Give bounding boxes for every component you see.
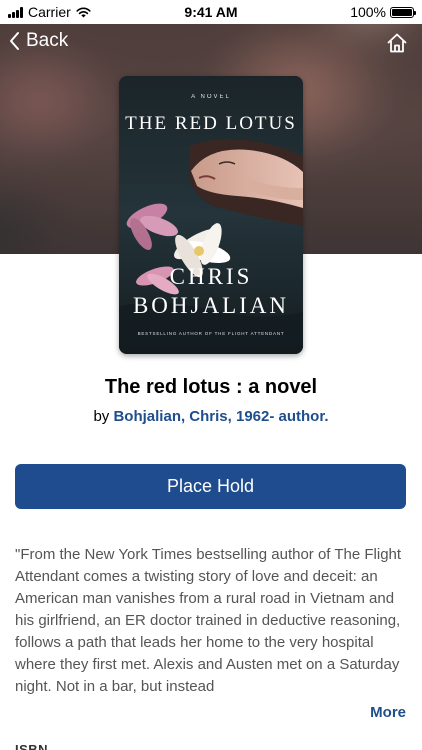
cover-kicker: A NOVEL	[191, 94, 231, 100]
battery-percent: 100%	[350, 4, 386, 20]
status-right: 100%	[350, 4, 416, 20]
book-summary: "From the New York Times bestselling aut…	[15, 546, 402, 695]
author-link[interactable]: Bohjalian, Chris, 1962- author.	[113, 408, 328, 425]
book-detail-screen: Carrier 9:41 AM 100% Back A NOVEL THE RE…	[0, 0, 422, 750]
byline-prefix: by	[93, 408, 110, 425]
chevron-left-icon	[10, 32, 19, 50]
battery-icon	[390, 6, 416, 18]
battery-level	[392, 8, 412, 16]
back-button[interactable]: Back	[8, 30, 68, 52]
cover-title: THE RED LOTUS	[125, 113, 297, 134]
back-label: Back	[26, 30, 69, 51]
more-button[interactable]: More	[370, 704, 406, 721]
cover-author-first: CHRIS	[169, 264, 253, 289]
status-bar: Carrier 9:41 AM 100%	[0, 0, 422, 24]
home-button[interactable]	[386, 32, 408, 59]
place-hold-button[interactable]: Place Hold	[15, 464, 406, 509]
byline: by Bohjalian, Chris, 1962- author.	[0, 408, 422, 425]
home-icon	[387, 33, 407, 53]
book-title: The red lotus : a novel	[104, 376, 318, 398]
cover-author-last: BOHJALIAN	[132, 293, 290, 318]
book-cover: A NOVEL THE RED LOTUS CHRIS BOHJALIAN BE…	[119, 76, 303, 354]
isbn-label: ISBN	[15, 742, 49, 750]
cover-tagline: BESTSELLING AUTHOR OF THE FLIGHT ATTENDA…	[137, 331, 285, 336]
